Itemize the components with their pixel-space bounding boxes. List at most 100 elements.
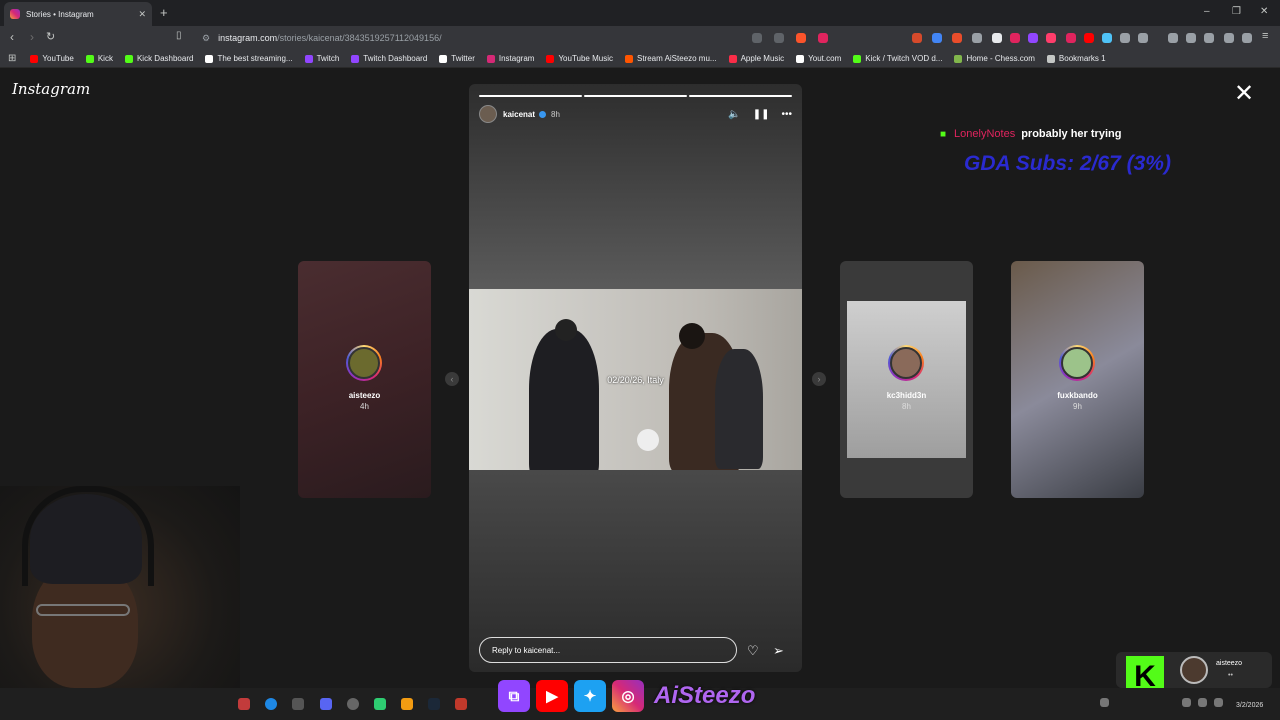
leo-ai-icon[interactable]: [1224, 33, 1234, 43]
taskbar-app-icon[interactable]: [347, 698, 359, 710]
story-progress-segment: [479, 95, 582, 97]
bookmark-twitch-dashboard[interactable]: Twitch Dashboard: [351, 54, 427, 63]
minimize-button[interactable]: –: [1204, 6, 1210, 17]
site-info-icon[interactable]: ⚙: [202, 33, 210, 44]
menu-icon[interactable]: ≡: [1262, 30, 1268, 42]
bookmark-folder[interactable]: Bookmarks 1: [1046, 54, 1106, 63]
extension-icon[interactable]: [1168, 33, 1178, 43]
avatar: [890, 347, 922, 379]
new-tab-button[interactable]: +: [160, 5, 168, 20]
extension-icon[interactable]: [1102, 33, 1112, 43]
extension-icon[interactable]: [1138, 33, 1148, 43]
bookmark-icon[interactable]: ▯: [176, 30, 182, 41]
taskbar-app-icon[interactable]: [238, 698, 250, 710]
forward-arrow-icon[interactable]: ›: [30, 30, 34, 44]
tab-close-icon[interactable]: ✕: [138, 9, 146, 20]
maximize-button[interactable]: ❐: [1232, 6, 1241, 17]
extension-icon[interactable]: [992, 33, 1002, 43]
battery-icon[interactable]: [1214, 698, 1223, 707]
cast-icon[interactable]: [752, 33, 762, 43]
twitch-icon: ⧉: [498, 680, 530, 712]
instagram-logo[interactable]: Instagram: [12, 80, 90, 98]
tray-chevron-icon[interactable]: [1100, 698, 1109, 707]
reload-icon[interactable]: ↻: [46, 30, 55, 43]
bookmark-chess[interactable]: Home - Chess.com: [954, 54, 1035, 63]
volume-icon[interactable]: 🔈: [728, 109, 740, 120]
extension-icon[interactable]: [1028, 33, 1038, 43]
bookmark-label: Kick Dashboard: [136, 54, 194, 63]
taskbar-date[interactable]: 3/2/2026: [1236, 702, 1263, 709]
apps-grid-icon[interactable]: ⊞: [8, 53, 16, 64]
bookmark-vod[interactable]: Kick / Twitch VOD d...: [853, 54, 942, 63]
bookmark-twitch[interactable]: Twitch: [304, 54, 339, 63]
bookmark-label: Bookmarks 1: [1058, 54, 1106, 63]
next-story-arrow-icon[interactable]: ›: [812, 372, 826, 386]
stream-chat-line: ■ LonelyNotes probably her trying: [940, 128, 1121, 140]
brave-icon[interactable]: [401, 698, 413, 710]
close-window-button[interactable]: ✕: [1260, 6, 1268, 17]
discord-icon[interactable]: [320, 698, 332, 710]
browser-tab[interactable]: Stories • Instagram ✕: [4, 2, 152, 26]
pause-icon[interactable]: ❚❚: [753, 109, 770, 120]
bookmark-kick-dashboard[interactable]: Kick Dashboard: [124, 54, 194, 63]
steam-icon[interactable]: [428, 698, 440, 710]
avatar[interactable]: [479, 105, 497, 123]
taskbar-app-icon[interactable]: [374, 698, 386, 710]
extension-icon[interactable]: [1066, 33, 1076, 43]
bookmark-label: Apple Music: [740, 54, 785, 63]
avatar: [348, 347, 380, 379]
volume-tray-icon[interactable]: [1198, 698, 1207, 707]
story-preview-aisteezo[interactable]: aisteezo 4h: [298, 261, 431, 498]
taskbar-app-icon[interactable]: [292, 698, 304, 710]
extension-icon[interactable]: [952, 33, 962, 43]
extension-icon[interactable]: [1084, 33, 1094, 43]
story-preview-kc3hidd3n[interactable]: kc3hidd3n 8h: [840, 261, 973, 498]
instagram-favicon-icon: [10, 9, 20, 19]
wallet-icon[interactable]: [1204, 33, 1214, 43]
previous-story-arrow-icon[interactable]: ‹: [445, 372, 459, 386]
bookmark-twitter[interactable]: Twitter: [439, 54, 475, 63]
reply-input[interactable]: Reply to kaicenat...: [479, 637, 737, 663]
story-username[interactable]: kaicenat: [503, 110, 535, 119]
extensions-puzzle-icon[interactable]: [1120, 33, 1130, 43]
sidebar-toggle-icon[interactable]: [1186, 33, 1196, 43]
bookmark-label: YouTube: [42, 54, 74, 63]
extension-icon[interactable]: [1010, 33, 1020, 43]
more-options-icon[interactable]: •••: [781, 109, 792, 120]
extension-icon[interactable]: [1046, 33, 1056, 43]
bookmark-youtube-music[interactable]: YouTube Music: [546, 54, 613, 63]
bookmark-yout[interactable]: Yout.com: [796, 54, 841, 63]
story-caption: 02/20/26, Italy: [607, 375, 664, 385]
twitch-icon: [304, 54, 313, 63]
extension-icon[interactable]: [912, 33, 922, 43]
streamer-name: AiSteezo: [654, 682, 756, 709]
social-banner: ⧉ ▶ ✦ ◎ AiSteezo: [498, 678, 755, 714]
streamer-webcam: [0, 486, 240, 688]
story-preview-fuxkbando[interactable]: fuxkbando 9h: [1011, 261, 1144, 498]
edge-icon[interactable]: [265, 698, 277, 710]
taskbar-app-icon[interactable]: [455, 698, 467, 710]
brave-shield-icon[interactable]: [796, 33, 806, 43]
bookmark-label: Twitch Dashboard: [363, 54, 428, 63]
network-icon[interactable]: [1182, 698, 1191, 707]
extension-icon[interactable]: [932, 33, 942, 43]
close-stories-button[interactable]: ✕: [1234, 82, 1254, 106]
bookmark-kick[interactable]: Kick: [85, 54, 113, 63]
bookmark-youtube[interactable]: YouTube: [30, 54, 74, 63]
brave-rewards-icon[interactable]: [818, 33, 828, 43]
share-icon[interactable]: [774, 33, 784, 43]
back-arrow-icon[interactable]: ‹: [10, 30, 14, 44]
active-story[interactable]: kaicenat 8h 🔈 ❚❚ ••• 02/20/26, Italy Rep…: [469, 84, 802, 672]
bookmark-streaming[interactable]: The best streaming...: [205, 54, 293, 63]
address-bar[interactable]: ⚙ instagram.com/stories/kaicenat/3843519…: [196, 29, 836, 47]
vpn-icon[interactable]: [1242, 33, 1252, 43]
bookmark-label: YouTube Music: [558, 54, 613, 63]
streaming-site-icon: [205, 54, 214, 63]
send-icon[interactable]: ➢: [773, 643, 784, 659]
story-time: 8h: [902, 402, 911, 411]
like-heart-icon[interactable]: ♡: [747, 643, 759, 659]
bookmark-instagram[interactable]: Instagram: [486, 54, 534, 63]
bookmark-soundcloud[interactable]: Stream AiSteezo mu...: [625, 54, 717, 63]
extension-icon[interactable]: [972, 33, 982, 43]
bookmark-apple-music[interactable]: Apple Music: [728, 54, 785, 63]
